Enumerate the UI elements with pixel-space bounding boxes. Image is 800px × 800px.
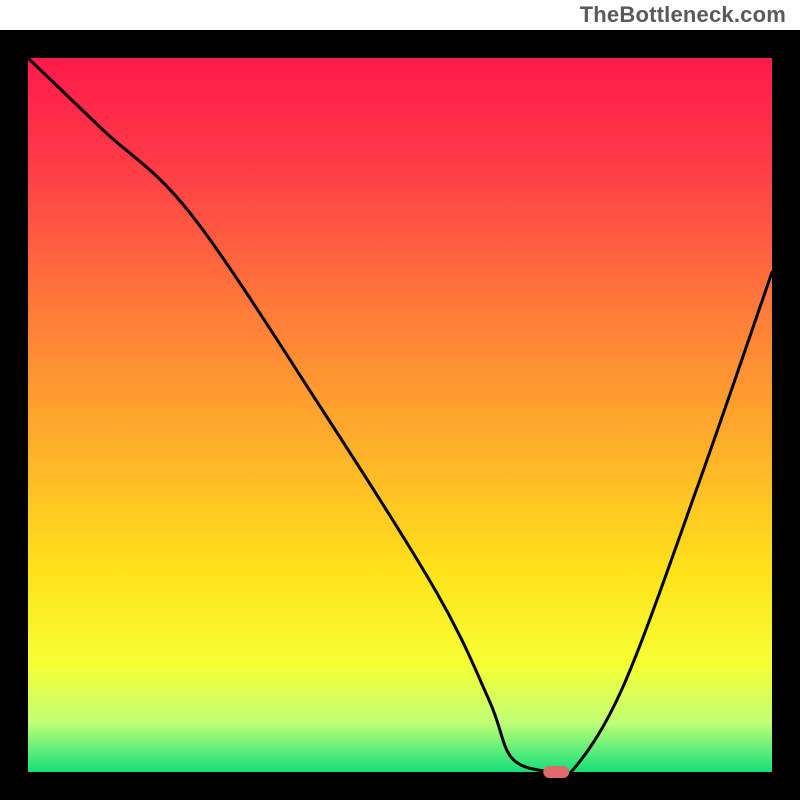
watermark-text: TheBottleneck.com — [580, 2, 786, 28]
optimal-marker — [543, 766, 569, 778]
plot-background — [28, 58, 772, 772]
bottleneck-chart — [0, 0, 800, 800]
chart-container: TheBottleneck.com — [0, 0, 800, 800]
